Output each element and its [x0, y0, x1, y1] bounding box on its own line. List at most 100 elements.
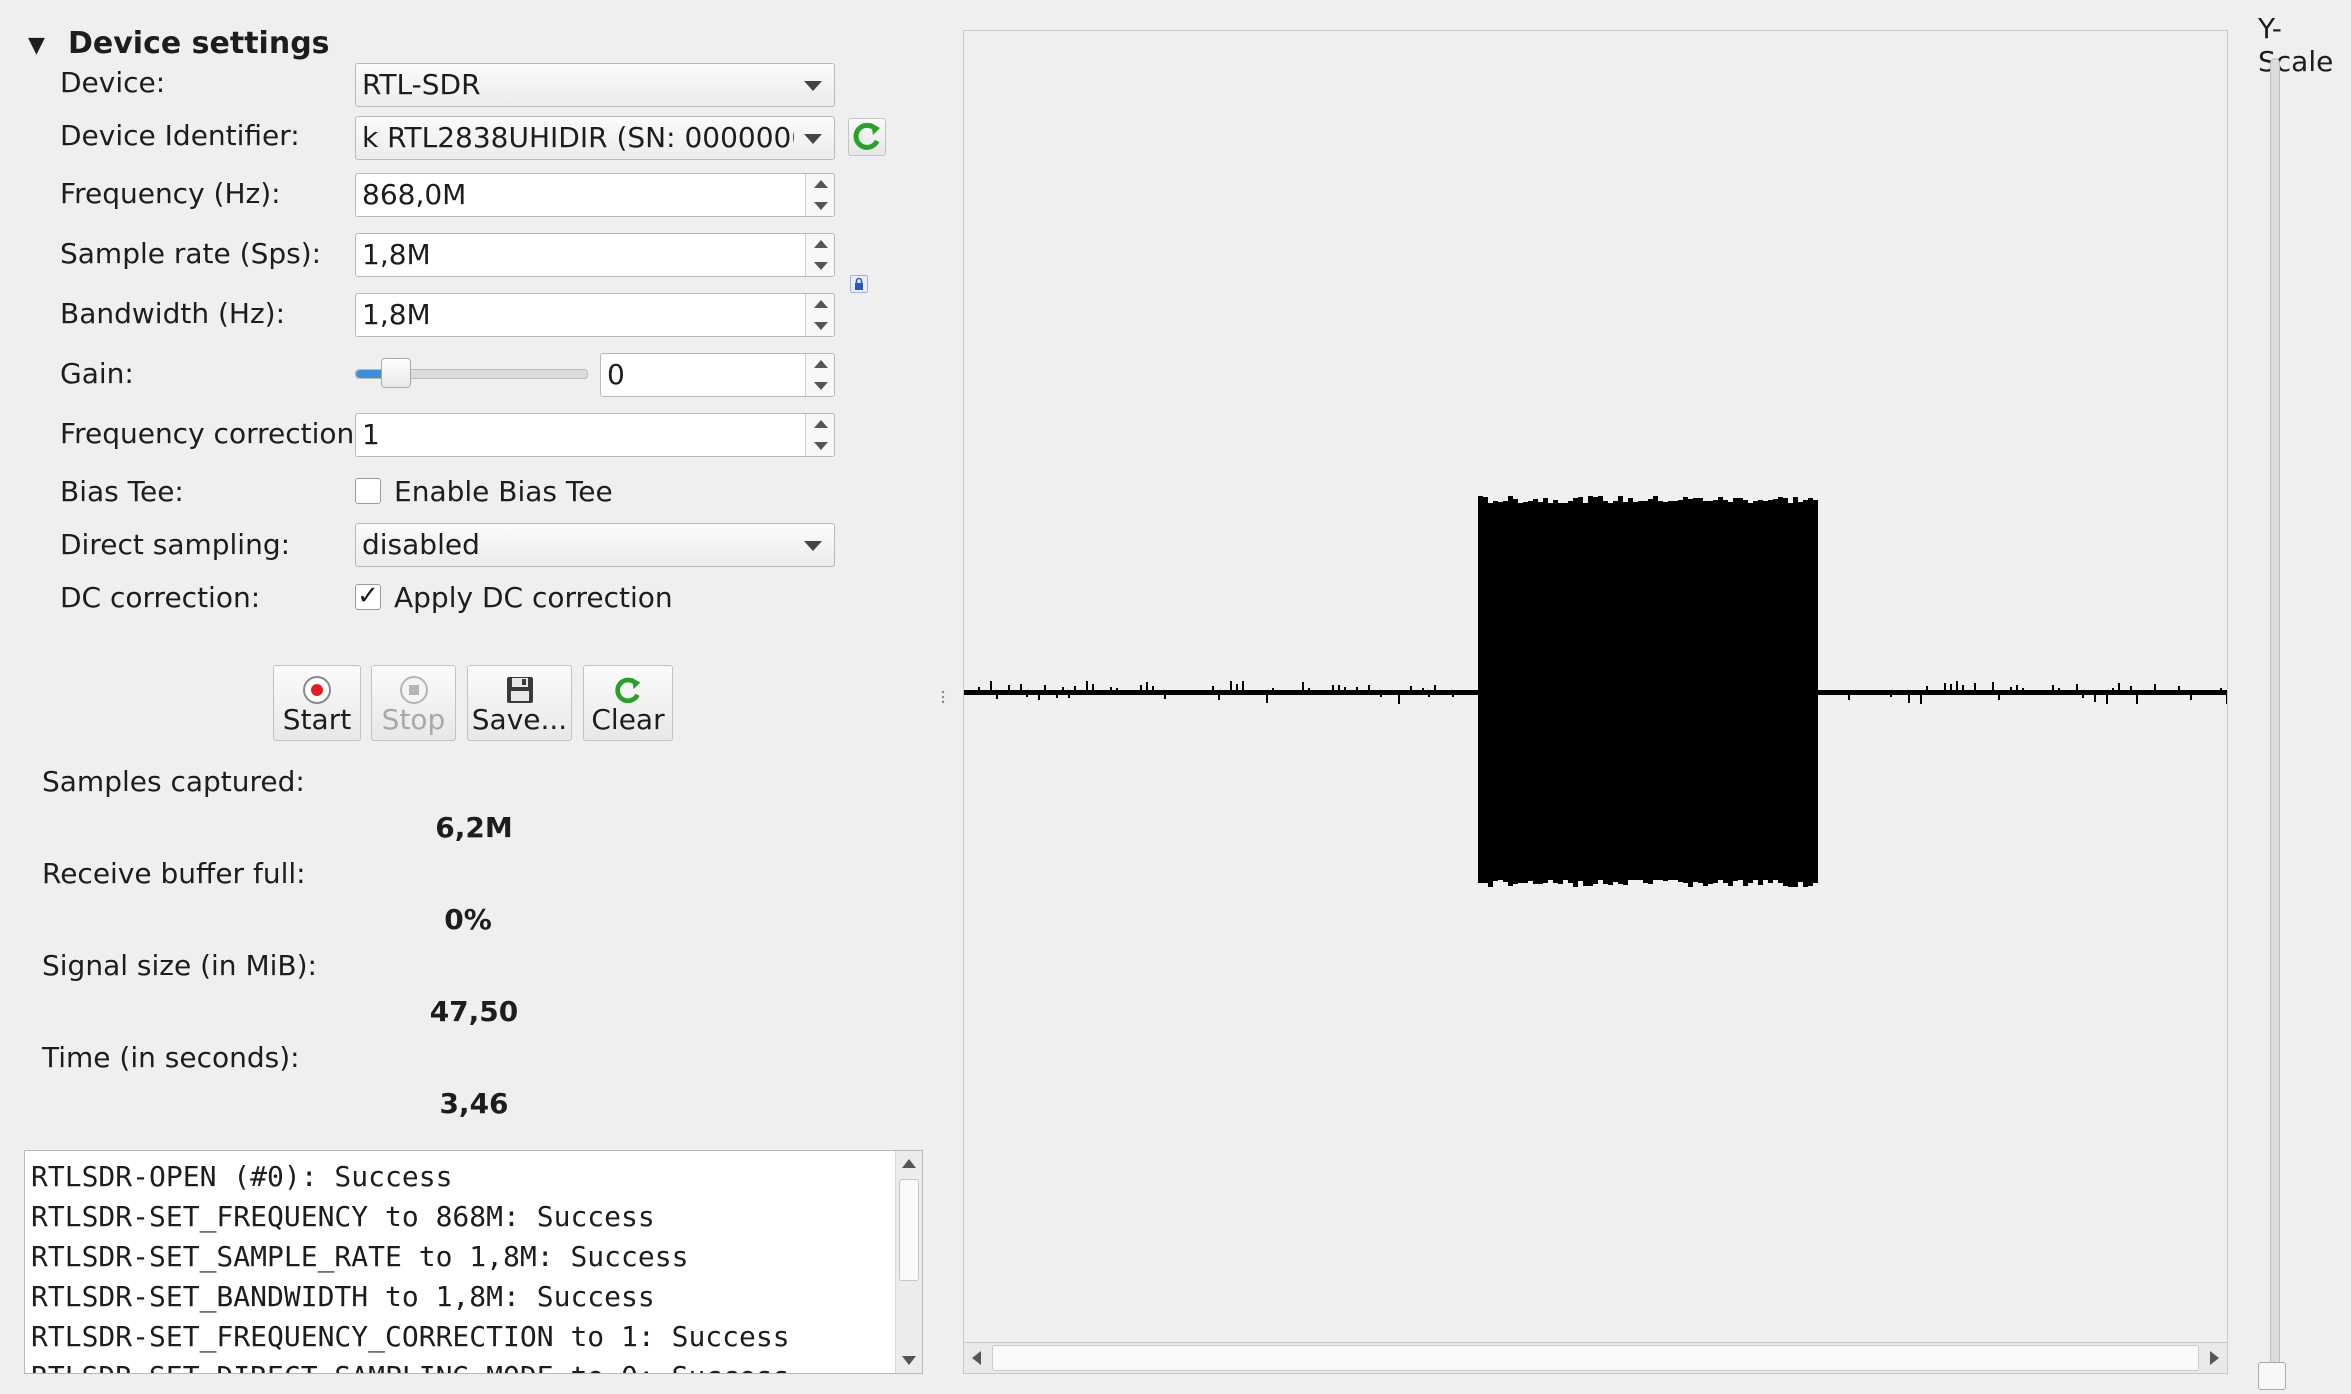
- gain-spinbox[interactable]: 0: [600, 353, 835, 397]
- noise-tick: [1356, 687, 1358, 691]
- scroll-up-icon[interactable]: [902, 1159, 916, 1168]
- burst-edge-tick: [1478, 878, 1483, 883]
- spin-buttons[interactable]: [805, 294, 834, 336]
- signal-scrollbar-handle[interactable]: [992, 1345, 2199, 1371]
- freq-correction-spinbox[interactable]: 1: [355, 413, 835, 457]
- splitter-handle-icon[interactable]: [941, 690, 945, 704]
- noise-tick: [1212, 686, 1214, 691]
- noise-tick: [1008, 685, 1010, 691]
- spin-down-icon[interactable]: [814, 382, 828, 390]
- yscale-slider-handle[interactable]: [2258, 1362, 2286, 1390]
- scroll-left-icon[interactable]: [972, 1351, 981, 1365]
- log-scrollbar-handle[interactable]: [899, 1179, 919, 1281]
- noise-tick: [1164, 694, 1166, 699]
- burst-edge-tick: [1548, 503, 1553, 505]
- burst-edge-tick: [1728, 878, 1733, 886]
- burst-edge-tick: [1733, 878, 1738, 881]
- burst-edge-tick: [1718, 878, 1723, 880]
- burst-edge-tick: [1608, 878, 1613, 885]
- spin-up-icon[interactable]: [814, 180, 828, 188]
- burst-edge-tick: [1708, 501, 1713, 505]
- bias-tee-checkbox-label[interactable]: Enable Bias Tee: [394, 475, 613, 508]
- burst-edge-tick: [1783, 498, 1788, 505]
- spin-up-icon[interactable]: [814, 360, 828, 368]
- noise-tick: [1410, 686, 1412, 691]
- burst-edge-tick: [1793, 497, 1798, 505]
- burst-edge-tick: [1813, 500, 1818, 505]
- clear-button[interactable]: Clear: [583, 665, 673, 741]
- burst-edge-tick: [1488, 878, 1493, 887]
- burst-edge-tick: [1788, 503, 1793, 505]
- save-button[interactable]: Save...: [467, 665, 572, 741]
- burst-edge-tick: [1748, 503, 1753, 505]
- refresh-icon: [853, 122, 880, 150]
- spin-up-icon[interactable]: [814, 420, 828, 428]
- noise-tick: [1020, 684, 1022, 691]
- burst-edge-tick: [1563, 878, 1568, 880]
- burst-edge-tick: [1603, 501, 1608, 505]
- signal-view[interactable]: [963, 30, 2228, 1374]
- chevron-down-icon: [804, 541, 822, 551]
- burst-edge-tick: [1738, 498, 1743, 505]
- noise-tick: [1428, 694, 1430, 697]
- burst-edge-tick: [1643, 501, 1648, 505]
- burst-edge-tick: [1633, 502, 1638, 505]
- yscale-slider[interactable]: [2270, 58, 2280, 1378]
- signal-horizontal-scrollbar[interactable]: [963, 1342, 2228, 1374]
- time-label: Time (in seconds):: [42, 1041, 300, 1074]
- spin-down-icon[interactable]: [814, 322, 828, 330]
- spin-down-icon[interactable]: [814, 442, 828, 450]
- burst-edge-tick: [1603, 878, 1608, 884]
- spin-buttons[interactable]: [805, 414, 834, 456]
- spin-down-icon[interactable]: [814, 262, 828, 270]
- device-label: Device:: [60, 66, 166, 99]
- collapse-triangle-icon[interactable]: ▼: [28, 33, 45, 58]
- freq-correction-value: 1: [362, 418, 380, 451]
- scroll-right-icon[interactable]: [2210, 1351, 2219, 1365]
- gain-label: Gain:: [60, 357, 134, 390]
- sample-rate-spinbox[interactable]: 1,8M: [355, 233, 835, 277]
- noise-tick: [996, 694, 998, 699]
- noise-tick: [1344, 687, 1346, 691]
- refresh-button[interactable]: [848, 118, 886, 156]
- burst-edge-tick: [1778, 878, 1783, 883]
- noise-tick: [2022, 688, 2024, 691]
- burst-edge-tick: [1483, 497, 1488, 505]
- dc-correction-checkbox-label[interactable]: Apply DC correction: [394, 581, 673, 614]
- log-textarea[interactable]: RTLSDR-OPEN (#0): Success RTLSDR-SET_FRE…: [24, 1150, 923, 1374]
- bandwidth-spinbox[interactable]: 1,8M: [355, 293, 835, 337]
- spin-buttons[interactable]: [805, 354, 834, 396]
- burst-edge-tick: [1668, 878, 1673, 880]
- noise-tick: [1308, 688, 1310, 691]
- burst-edge-tick: [1768, 878, 1773, 883]
- burst-edge-tick: [1763, 878, 1768, 880]
- bias-tee-checkbox[interactable]: [355, 478, 381, 504]
- burst-edge-tick: [1658, 501, 1663, 505]
- spin-up-icon[interactable]: [814, 300, 828, 308]
- frequency-spinbox[interactable]: 868,0M: [355, 173, 835, 217]
- device-combobox[interactable]: RTL-SDR: [355, 63, 835, 107]
- spin-up-icon[interactable]: [814, 240, 828, 248]
- noise-tick: [1302, 682, 1304, 691]
- burst-edge-tick: [1713, 500, 1718, 505]
- identifier-combobox[interactable]: k RTL2838UHIDIR (SN: 00000001): [355, 116, 835, 160]
- scroll-down-icon[interactable]: [902, 1356, 916, 1365]
- dc-correction-checkbox[interactable]: ✓: [355, 583, 381, 610]
- lock-button[interactable]: [850, 275, 868, 293]
- noise-tick: [1962, 685, 1964, 691]
- spin-buttons[interactable]: [805, 234, 834, 276]
- burst-edge-tick: [1803, 500, 1808, 505]
- time-value: 3,46: [439, 1087, 509, 1120]
- noise-tick: [1908, 694, 1910, 703]
- record-icon: [303, 676, 331, 704]
- spin-buttons[interactable]: [805, 174, 834, 216]
- log-scrollbar[interactable]: [895, 1151, 922, 1373]
- spin-down-icon[interactable]: [814, 202, 828, 210]
- stop-button[interactable]: Stop: [371, 665, 456, 741]
- direct-sampling-combobox[interactable]: disabled: [355, 523, 835, 567]
- gain-slider-handle[interactable]: [381, 358, 412, 388]
- burst-edge-tick: [1558, 503, 1563, 505]
- start-button[interactable]: Start: [273, 665, 361, 741]
- section-title[interactable]: Device settings: [68, 26, 330, 61]
- burst-edge-tick: [1508, 496, 1513, 505]
